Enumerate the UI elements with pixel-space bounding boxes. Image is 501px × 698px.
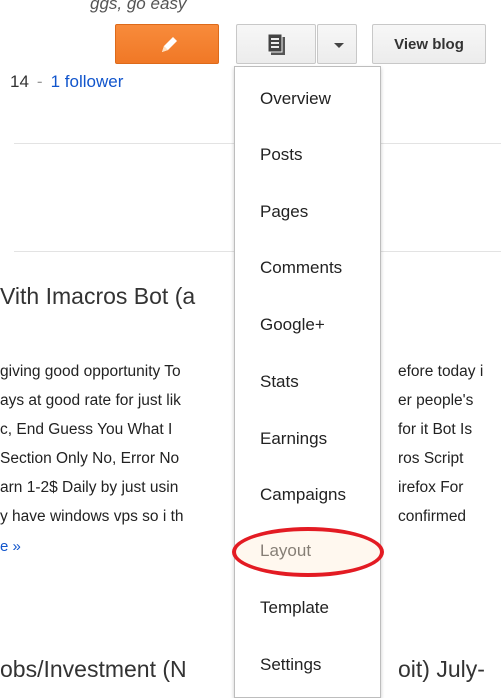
top-fragment-text: ggs, go easy [90, 0, 187, 13]
excerpt-line: Section Only No, Error No [0, 450, 180, 467]
menu-item-earnings[interactable]: Earnings [260, 429, 327, 449]
meta-separator: - [36, 72, 43, 91]
new-post-button[interactable] [115, 24, 219, 64]
excerpt-line: ays at good rate for just lik [0, 392, 181, 409]
blog-menu-dropdown: Overview Posts Pages Comments Google+ St… [234, 66, 381, 698]
post-title[interactable]: Vith Imacros Bot (a [0, 283, 195, 310]
menu-item-stats[interactable]: Stats [260, 372, 299, 392]
menu-item-settings[interactable]: Settings [260, 655, 321, 675]
menu-item-google-plus[interactable]: Google+ [260, 315, 325, 335]
menu-item-template[interactable]: Template [260, 598, 329, 618]
blog-meta: 14-1 follower [10, 72, 123, 92]
excerpt-line: arn 1-2$ Daily by just usin [0, 479, 179, 496]
layout-highlight-circle [232, 527, 384, 577]
excerpt-line: giving good opportunity To [0, 363, 181, 380]
excerpt-line-right: irefox For [398, 479, 464, 496]
menu-item-posts[interactable]: Posts [260, 145, 303, 165]
view-blog-button[interactable]: View blog [372, 24, 486, 64]
menu-item-comments[interactable]: Comments [260, 258, 342, 278]
pencil-icon [162, 37, 177, 52]
excerpt-line-right: er people's [398, 392, 474, 409]
chevron-down-icon [334, 43, 344, 48]
menu-item-pages[interactable]: Pages [260, 202, 308, 222]
year-fragment: 14 [10, 72, 29, 91]
posts-list-button[interactable] [236, 24, 316, 64]
excerpt-line-right: confirmed [398, 508, 467, 525]
excerpt-line-right: for it Bot Is [398, 421, 473, 438]
more-options-dropdown-button[interactable] [317, 24, 357, 64]
read-more-link[interactable]: e » [0, 538, 21, 555]
menu-item-campaigns[interactable]: Campaigns [260, 485, 346, 505]
excerpt-line: y have windows vps so i th [0, 508, 184, 525]
excerpt-line-right: ros Script [398, 450, 464, 467]
excerpt-line-right: efore today i [398, 363, 484, 380]
excerpt-line: c, End Guess You What I [0, 421, 173, 438]
post-title[interactable]: obs/Investment (N [0, 656, 187, 683]
post-title-right[interactable]: oit) July- [398, 656, 485, 683]
menu-item-overview[interactable]: Overview [260, 89, 331, 109]
document-icon [267, 33, 285, 55]
followers-link[interactable]: 1 follower [51, 72, 124, 91]
